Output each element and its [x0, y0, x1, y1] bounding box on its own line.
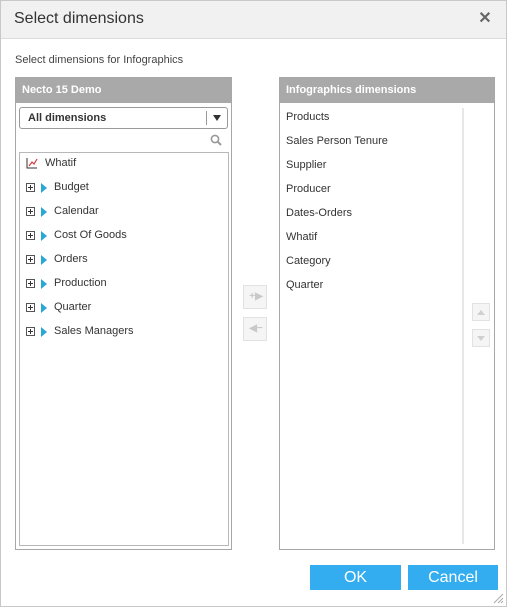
tree-item-whatif[interactable]: Whatif [20, 153, 228, 173]
whatif-icon [26, 158, 38, 169]
expand-icon[interactable] [26, 183, 35, 192]
tree-item-budget[interactable]: Budget [20, 177, 228, 197]
selected-panel-header: Infographics dimensions [280, 78, 494, 103]
cancel-button[interactable]: Cancel [408, 565, 498, 590]
tree-item-label: Budget [54, 181, 89, 193]
list-item[interactable]: Whatif [286, 231, 317, 249]
tree-item-label: Sales Managers [54, 325, 134, 337]
expand-icon[interactable] [26, 255, 35, 264]
tree-item-cost-of-goods[interactable]: Cost Of Goods [20, 225, 228, 245]
dimension-icon [41, 255, 47, 265]
tree-item-orders[interactable]: Orders [20, 249, 228, 269]
tree-item-calendar[interactable]: Calendar [20, 201, 228, 221]
tree-item-sales-managers[interactable]: Sales Managers [20, 321, 228, 341]
dimension-icon [41, 183, 47, 193]
tree-item-label: Quarter [54, 301, 92, 313]
dimension-filter-value: All dimensions [28, 112, 107, 124]
source-panel-header: Necto 15 Demo [16, 78, 231, 103]
dialog-titlebar: Select dimensions ✕ [1, 1, 506, 39]
add-dimension-button[interactable]: +▶ [243, 285, 267, 309]
remove-dimension-button[interactable]: ◀− [243, 317, 267, 341]
dialog-title: Select dimensions [14, 10, 144, 27]
add-arrow-icon: +▶ [249, 291, 263, 302]
expand-icon[interactable] [26, 303, 35, 312]
tree-item-label: Whatif [45, 157, 77, 169]
tree-item-label: Cost Of Goods [54, 229, 127, 241]
expand-icon[interactable] [26, 231, 35, 240]
dimension-tree: Whatif Budget Calendar Cost Of Goods Ord [19, 152, 229, 546]
tree-item-label: Calendar [54, 205, 99, 217]
resize-grip-icon[interactable] [492, 592, 504, 604]
list-scrollbar[interactable] [462, 108, 464, 544]
dimension-icon [41, 327, 47, 337]
move-down-button[interactable] [472, 329, 490, 347]
remove-arrow-icon: ◀− [249, 323, 263, 334]
list-item[interactable]: Dates-Orders [286, 207, 352, 225]
move-up-button[interactable] [472, 303, 490, 321]
dimension-icon [41, 303, 47, 313]
selected-dimensions-panel: Infographics dimensions Products Sales P… [279, 77, 495, 550]
list-item[interactable]: Quarter [286, 279, 323, 297]
tree-item-label: Orders [54, 253, 88, 265]
dimension-filter-dropdown[interactable]: All dimensions [19, 107, 228, 129]
expand-icon[interactable] [26, 207, 35, 216]
source-dimensions-panel: Necto 15 Demo All dimensions Whatif Budg… [15, 77, 232, 550]
dropdown-separator [206, 111, 207, 125]
select-dimensions-dialog: Select dimensions ✕ Select dimensions fo… [0, 0, 507, 607]
list-item[interactable]: Category [286, 255, 331, 273]
list-item[interactable]: Supplier [286, 159, 326, 177]
expand-icon[interactable] [26, 279, 35, 288]
tree-item-label: Production [54, 277, 107, 289]
dimension-icon [41, 231, 47, 241]
close-icon[interactable]: ✕ [477, 10, 493, 28]
dimension-icon [41, 207, 47, 217]
selected-dimensions-list: Products Sales Person Tenure Supplier Pr… [280, 104, 462, 550]
list-item[interactable]: Products [286, 111, 329, 129]
tree-item-quarter[interactable]: Quarter [20, 297, 228, 317]
list-item[interactable]: Producer [286, 183, 331, 201]
list-item[interactable]: Sales Person Tenure [286, 135, 388, 153]
dialog-subtitle: Select dimensions for Infographics [15, 54, 184, 66]
chevron-down-icon [213, 115, 221, 121]
expand-icon[interactable] [26, 327, 35, 336]
dimension-icon [41, 279, 47, 289]
tree-item-production[interactable]: Production [20, 273, 228, 293]
ok-button[interactable]: OK [310, 565, 401, 590]
search-icon[interactable] [210, 134, 222, 146]
